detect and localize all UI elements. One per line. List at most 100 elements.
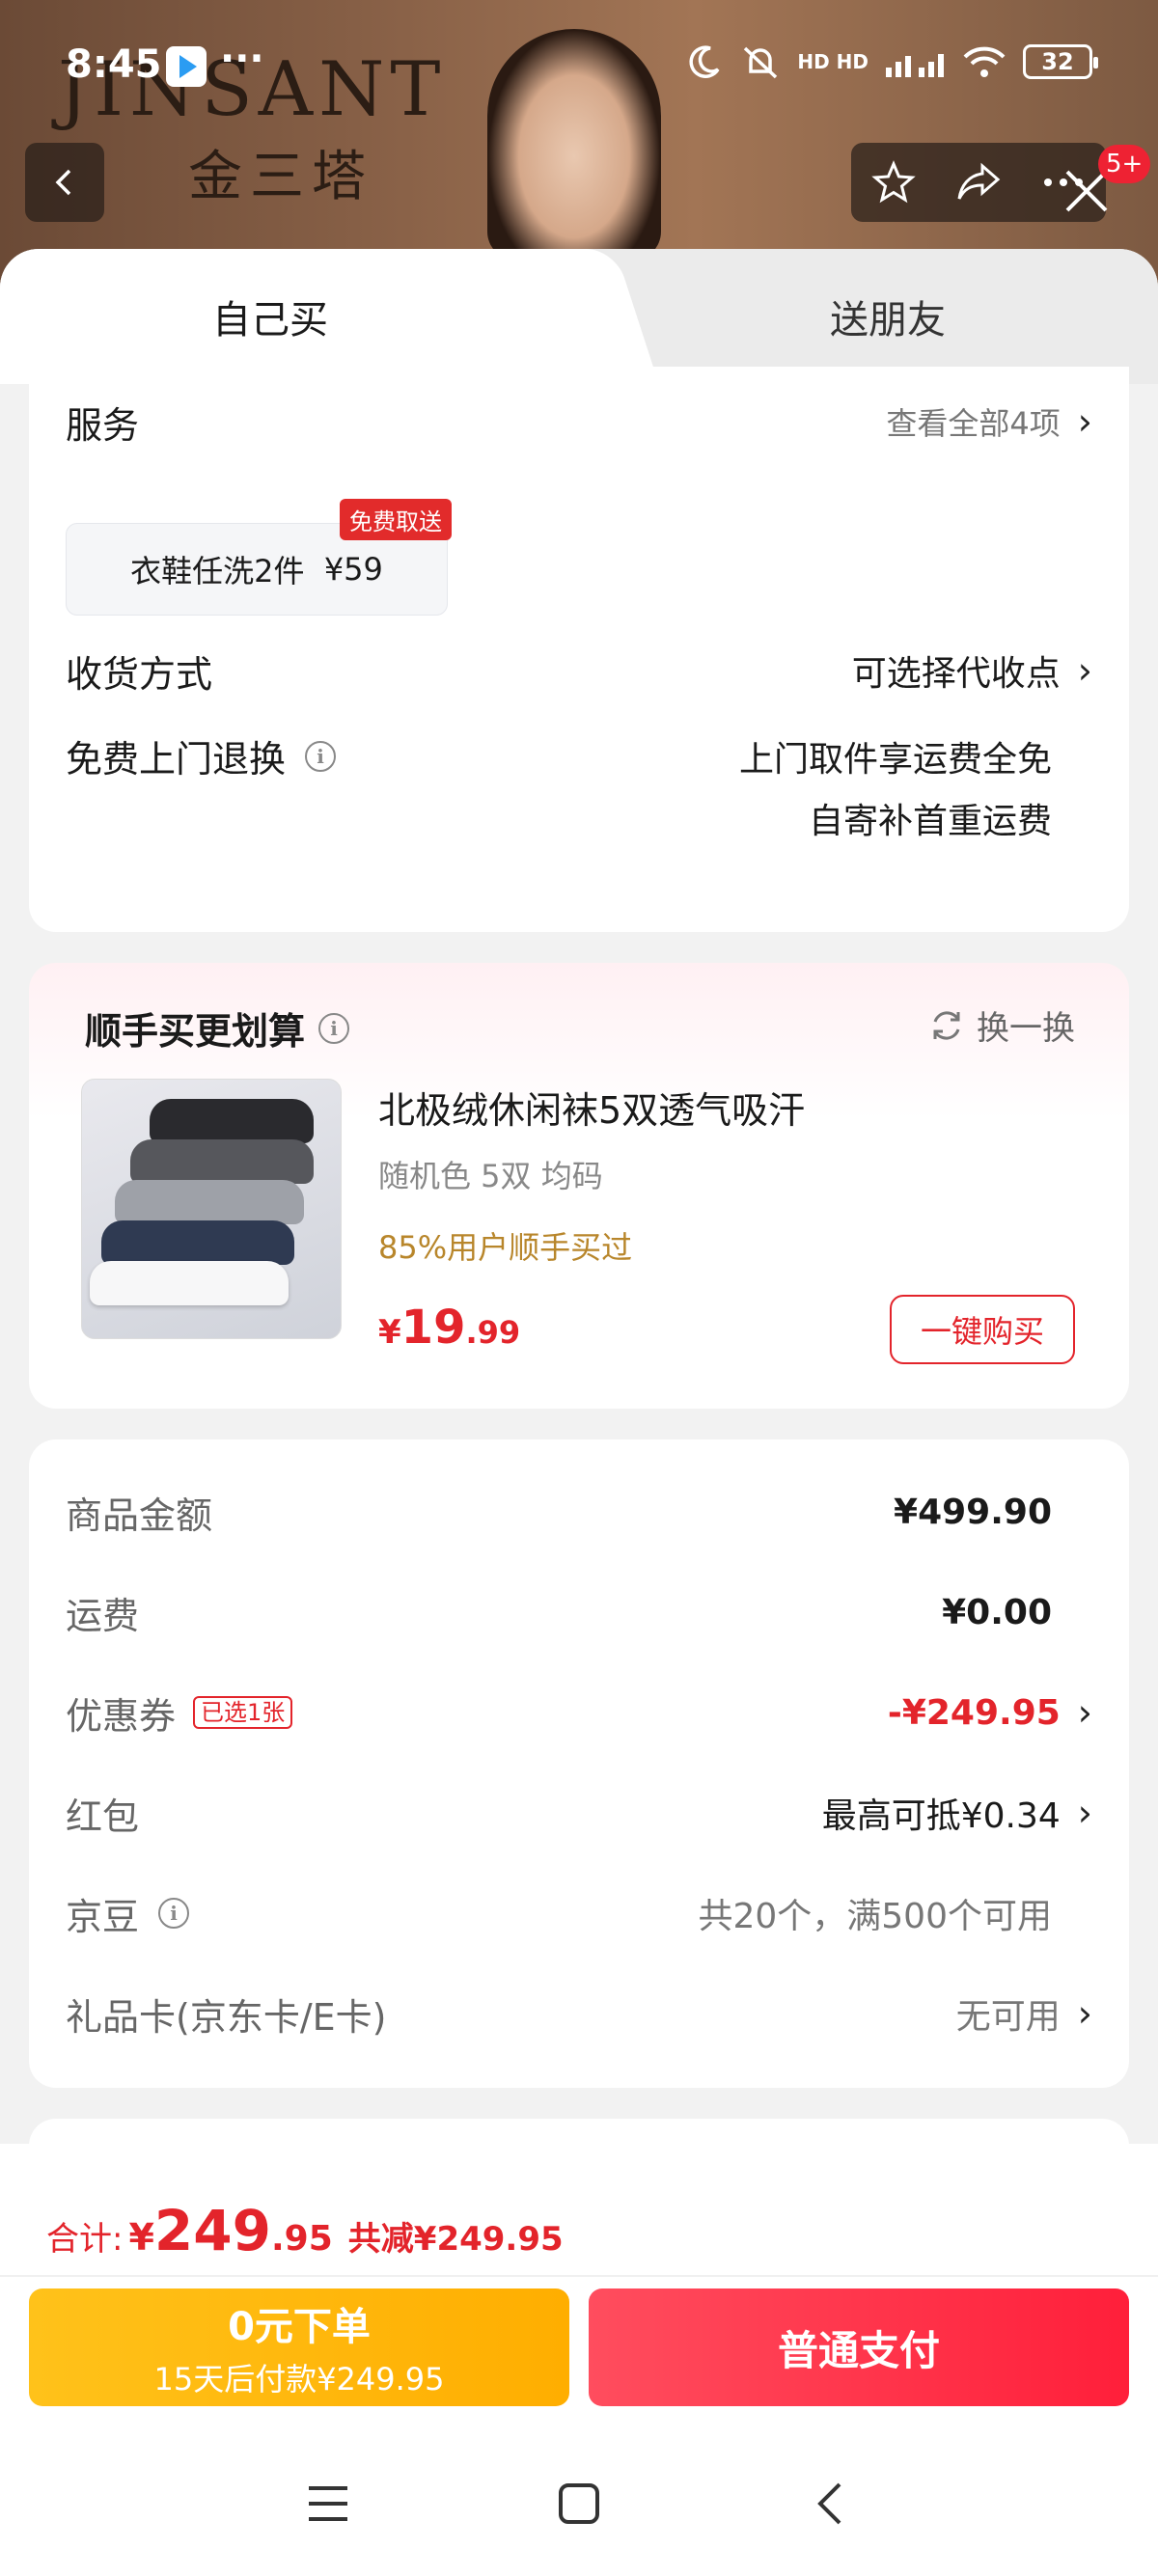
signal-icon bbox=[886, 54, 944, 77]
battery-icon: 32 bbox=[1023, 44, 1098, 79]
goods-amount-label: 商品金额 bbox=[66, 1494, 213, 1537]
goods-amount-value: ¥499.90 bbox=[894, 1492, 1052, 1532]
services-label: 服务 bbox=[66, 403, 140, 447]
free-return-line2: 自寄补首重运费 bbox=[808, 802, 1052, 841]
info-icon[interactable]: i bbox=[318, 1012, 350, 1044]
free-return-label-text: 免费上门退换 bbox=[66, 738, 287, 781]
product-image[interactable] bbox=[81, 1079, 342, 1339]
delivery-method-label: 收货方式 bbox=[66, 652, 213, 696]
addon-product-spec: 随机色 5双 均码 bbox=[378, 1158, 603, 1194]
home-button[interactable] bbox=[550, 2475, 608, 2533]
laundry-service-price: ¥59 bbox=[323, 551, 383, 588]
free-return-row: 免费上门退换 i 上门取件享运费全免 自寄补首重运费 bbox=[66, 729, 1092, 841]
mute-vibrate-icon bbox=[744, 46, 778, 79]
normal-pay-button[interactable]: 普通支付 bbox=[589, 2288, 1129, 2406]
favorite-button[interactable] bbox=[868, 157, 919, 207]
addon-recommendation-card: 顺手买更划算 i 换一换 北极绒休闲袜5双透气吸汗 随机色 5双 均码 85%用户… bbox=[29, 963, 1129, 1409]
price-summary-card: 商品金额 ¥499.90 运费 ¥0.00 优惠券 已选1张 -¥249.95 › … bbox=[29, 1439, 1129, 2088]
sock-shape bbox=[115, 1180, 304, 1224]
gift-card-label: 礼品卡(京东卡/E卡) bbox=[66, 1995, 387, 2039]
brand-logo-cn: 金三塔 bbox=[188, 146, 373, 208]
services-card: 服务 查看全部4项 › 衣鞋任洗2件 ¥59 免费取送 收货方式 可选择代收点 › … bbox=[29, 367, 1129, 932]
total-integer: 249 bbox=[153, 2198, 271, 2263]
chevron-right-icon: › bbox=[1077, 1691, 1092, 1734]
goods-amount-row: 商品金额 ¥499.90 bbox=[66, 1478, 1092, 1546]
jingdou-value: 共20个，满500个可用 bbox=[698, 1897, 1052, 1936]
total-symbol: ¥ bbox=[128, 2216, 154, 2259]
price-integer: 19 bbox=[400, 1301, 466, 1355]
gift-card-text: 无可用 bbox=[955, 1997, 1061, 2037]
sock-shape bbox=[90, 1261, 289, 1305]
gift-card-value: 无可用 › bbox=[956, 1988, 1092, 2039]
status-time: 8:45 bbox=[66, 42, 162, 87]
red-packet-row[interactable]: 红包 最高可抵¥0.34 › bbox=[66, 1779, 1092, 1847]
system-nav-bar bbox=[0, 2451, 1158, 2557]
pay-later-subtitle: 15天后付款¥249.95 bbox=[153, 2361, 445, 2398]
coupon-discount: -¥249.95 bbox=[887, 1692, 1061, 1733]
tab-gift-to-friend[interactable]: 送朋友 bbox=[695, 249, 1081, 384]
message-badge: 5+ bbox=[1098, 145, 1151, 183]
menu-icon bbox=[309, 2486, 347, 2521]
swap-label: 换一换 bbox=[977, 1009, 1075, 1048]
total-label: 合计: bbox=[46, 2220, 124, 2259]
coupon-selected-tag: 已选1张 bbox=[193, 1696, 293, 1729]
delivery-method-value: 可选择代收点 › bbox=[852, 645, 1092, 696]
addon-product-name[interactable]: 北极绒休闲袜5双透气吸汗 bbox=[378, 1081, 805, 1134]
jingdou-label: 京豆 bbox=[66, 1895, 140, 1938]
status-bar: 8:45 ··· HD HD 32 bbox=[0, 0, 1158, 135]
system-back-button[interactable] bbox=[801, 2475, 859, 2533]
wifi-icon bbox=[963, 46, 1006, 77]
services-view-all-label: 查看全部4项 bbox=[886, 405, 1061, 442]
price-decimal: .99 bbox=[465, 1314, 521, 1351]
sock-shape bbox=[130, 1139, 314, 1184]
back-button[interactable] bbox=[25, 143, 104, 222]
tab-buy-for-self[interactable]: 自己买 bbox=[0, 249, 598, 384]
red-packet-label: 红包 bbox=[66, 1795, 140, 1838]
info-icon[interactable]: i bbox=[158, 1898, 190, 1929]
order-total: 合计: ¥ 249 .95 共减¥249.95 bbox=[46, 2198, 564, 2263]
chevron-right-icon: › bbox=[1077, 1992, 1092, 2035]
star-icon bbox=[871, 160, 916, 204]
addon-title: 顺手买更划算 i bbox=[85, 1001, 350, 1055]
pay-later-button[interactable]: 0元下单 15天后付款¥249.95 bbox=[29, 2288, 569, 2406]
red-packet-text: 最高可抵¥0.34 bbox=[821, 1796, 1061, 1836]
play-store-icon bbox=[166, 46, 207, 87]
services-row[interactable]: 服务 查看全部4项 › bbox=[66, 388, 1092, 455]
back-arrow-icon bbox=[817, 2482, 841, 2525]
one-click-buy-button[interactable]: 一键购买 bbox=[890, 1295, 1075, 1364]
free-return-detail: 上门取件享运费全免 自寄补首重运费 bbox=[739, 729, 1052, 853]
shipping-row: 运费 ¥0.00 bbox=[66, 1578, 1092, 1646]
red-packet-value: 最高可抵¥0.34 › bbox=[822, 1788, 1092, 1838]
delivery-method-text: 可选择代收点 bbox=[851, 654, 1061, 694]
total-saved: 共减¥249.95 bbox=[347, 2220, 564, 2259]
refresh-icon bbox=[933, 1010, 960, 1040]
tab-buy-for-self-label: 自己买 bbox=[212, 298, 328, 343]
coupon-row[interactable]: 优惠券 已选1张 -¥249.95 › bbox=[66, 1679, 1092, 1746]
swap-button[interactable]: 换一换 bbox=[928, 1001, 1075, 1049]
sock-shape bbox=[101, 1220, 294, 1265]
chevron-right-icon: › bbox=[1077, 1792, 1092, 1834]
coupon-label-group: 优惠券 已选1张 bbox=[66, 1686, 293, 1740]
coupon-value: -¥249.95 › bbox=[888, 1691, 1092, 1734]
chevron-right-icon: › bbox=[1077, 400, 1092, 443]
divider bbox=[0, 2275, 1158, 2277]
total-decimal: .95 bbox=[271, 2219, 333, 2259]
jingdou-row: 京豆 i 共20个，满500个可用 bbox=[66, 1879, 1092, 1947]
sock-shape bbox=[150, 1099, 314, 1143]
free-return-label: 免费上门退换 i bbox=[66, 729, 337, 782]
coupon-label: 优惠券 bbox=[66, 1694, 177, 1738]
services-view-all[interactable]: 查看全部4项 › bbox=[886, 399, 1092, 444]
moon-icon bbox=[689, 45, 720, 78]
share-icon bbox=[957, 162, 1001, 200]
delivery-method-row[interactable]: 收货方式 可选择代收点 › bbox=[66, 637, 1092, 704]
addon-product-hint: 85%用户顺手买过 bbox=[378, 1229, 633, 1266]
gift-card-row[interactable]: 礼品卡(京东卡/E卡) 无可用 › bbox=[66, 1980, 1092, 2047]
status-icons: HD HD 32 bbox=[685, 42, 1098, 81]
info-icon[interactable]: i bbox=[305, 740, 337, 772]
network-label: HD HD bbox=[797, 50, 868, 73]
purchase-tabs: 自己买 送朋友 bbox=[0, 249, 1158, 384]
recent-apps-button[interactable] bbox=[299, 2475, 357, 2533]
checkout-sheet: 自己买 送朋友 服务 查看全部4项 › 衣鞋任洗2件 ¥59 免费取送 收货方式 … bbox=[0, 249, 1158, 2333]
shipping-value: ¥0.00 bbox=[942, 1592, 1052, 1632]
share-button[interactable] bbox=[953, 157, 1004, 207]
